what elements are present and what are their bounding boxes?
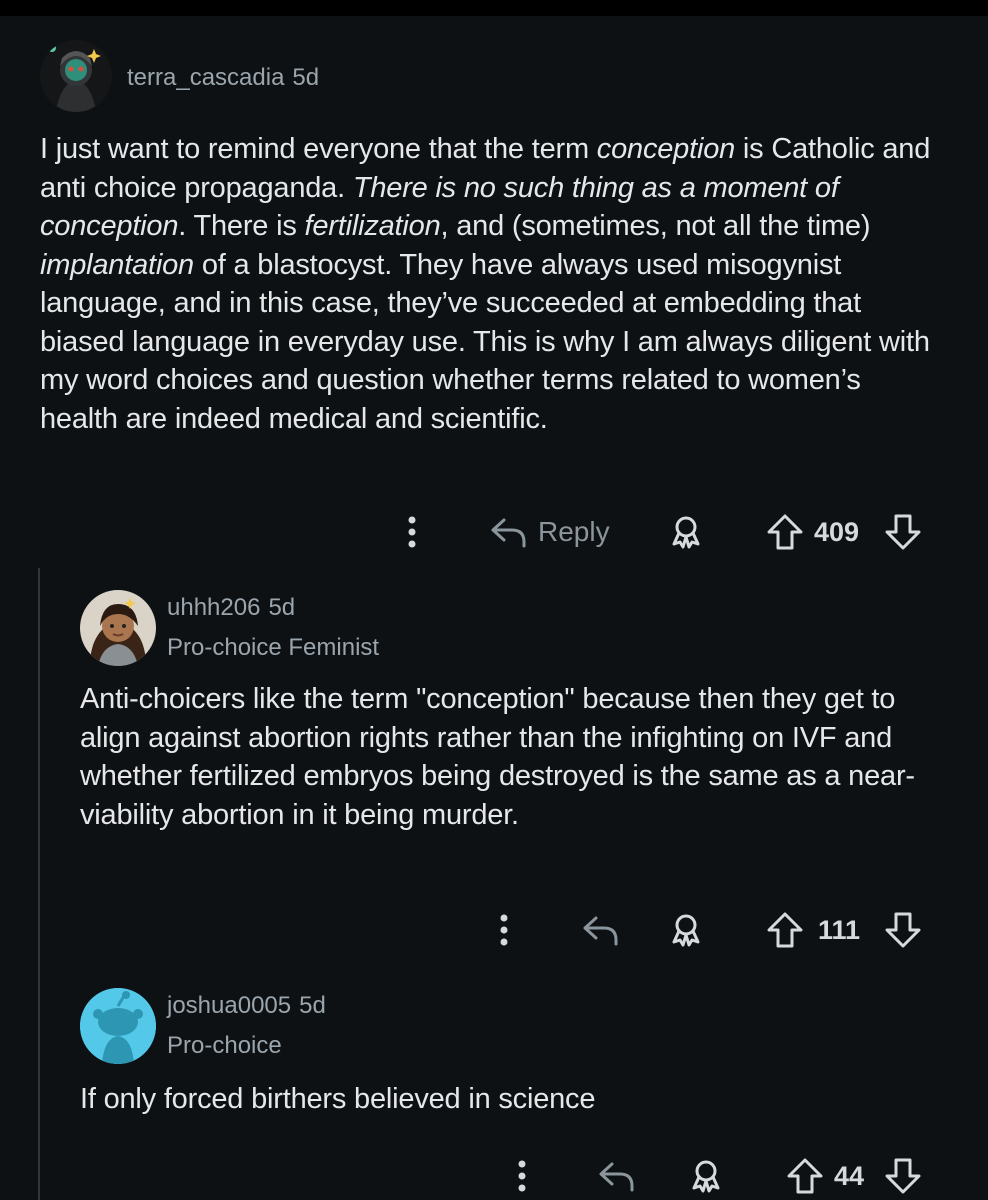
body-text-part: I just want to remind everyone that the … [40, 133, 597, 165]
upvote-button[interactable] [764, 908, 806, 952]
username[interactable]: terra_cascadia [127, 64, 284, 91]
body-emphasis: fertilization [304, 210, 441, 242]
comment-body: I just want to remind everyone that the … [40, 130, 940, 438]
vote-score: 409 [814, 510, 859, 554]
reply-button[interactable] [596, 1154, 638, 1198]
downvote-arrow-icon [885, 514, 921, 550]
score-value: 111 [818, 914, 861, 945]
more-vertical-icon [408, 516, 416, 548]
username[interactable]: joshua0005 [167, 992, 291, 1019]
body-text-part: . There is [178, 210, 305, 242]
comment-age: 5d [299, 992, 326, 1019]
body-emphasis: conception [596, 133, 736, 165]
award-button[interactable] [666, 510, 706, 554]
award-icon [672, 516, 700, 549]
downvote-arrow-icon [885, 1158, 921, 1194]
upvote-arrow-icon [767, 514, 803, 550]
reply-arrow-icon [599, 1162, 634, 1192]
avatar[interactable] [80, 988, 156, 1064]
comment-meta: uhhh206 5d [167, 594, 295, 622]
downvote-button[interactable] [882, 1154, 924, 1198]
upvote-button[interactable] [764, 510, 806, 554]
avatar-image [40, 40, 112, 112]
vote-score: 111 [818, 908, 860, 952]
award-icon [672, 914, 700, 947]
reply-arrow-icon [583, 916, 618, 946]
downvote-button[interactable] [882, 510, 924, 554]
reply-button[interactable] [580, 908, 622, 952]
reply-button[interactable]: Reply [490, 510, 610, 554]
default-snoo-avatar-icon [80, 988, 156, 1064]
more-vertical-icon [500, 914, 508, 946]
avatar[interactable] [80, 590, 156, 666]
comment-meta: terra_cascadia 5d [127, 64, 319, 92]
vote-score: 44 [834, 1154, 864, 1198]
more-options-button[interactable] [396, 510, 428, 554]
reply-label: Reply [538, 516, 610, 547]
more-options-button[interactable] [488, 908, 520, 952]
award-button[interactable] [666, 908, 706, 952]
more-options-button[interactable] [506, 1154, 538, 1198]
body-emphasis: implantation [40, 248, 194, 281]
score-value: 409 [814, 516, 860, 547]
award-button[interactable] [686, 1154, 726, 1198]
user-flair: Pro-choice [167, 1032, 282, 1059]
user-flair: Pro-choice Feminist [167, 634, 380, 661]
upvote-arrow-icon [767, 912, 803, 948]
comment-body: If only forced birthers believed in scie… [80, 1083, 596, 1115]
award-icon [692, 1160, 720, 1193]
more-vertical-icon [518, 1160, 526, 1192]
username[interactable]: uhhh206 [167, 594, 260, 621]
upvote-arrow-icon [787, 1158, 823, 1194]
thread-line[interactable] [38, 568, 40, 1200]
avatar-image [80, 590, 156, 666]
top-status-strip [0, 0, 988, 16]
comment-age: 5d [292, 64, 320, 91]
body-text-part: , and (sometimes, not all the time) [440, 210, 871, 242]
comment-body: Anti-choicers like the term "conception"… [80, 683, 915, 831]
downvote-button[interactable] [882, 908, 924, 952]
upvote-button[interactable] [784, 1154, 826, 1198]
comment-meta: joshua0005 5d [167, 992, 326, 1020]
reply-arrow-icon [491, 518, 526, 548]
score-value: 44 [834, 1160, 865, 1191]
downvote-arrow-icon [885, 912, 921, 948]
avatar[interactable] [40, 40, 112, 112]
comment-age: 5d [268, 594, 296, 621]
